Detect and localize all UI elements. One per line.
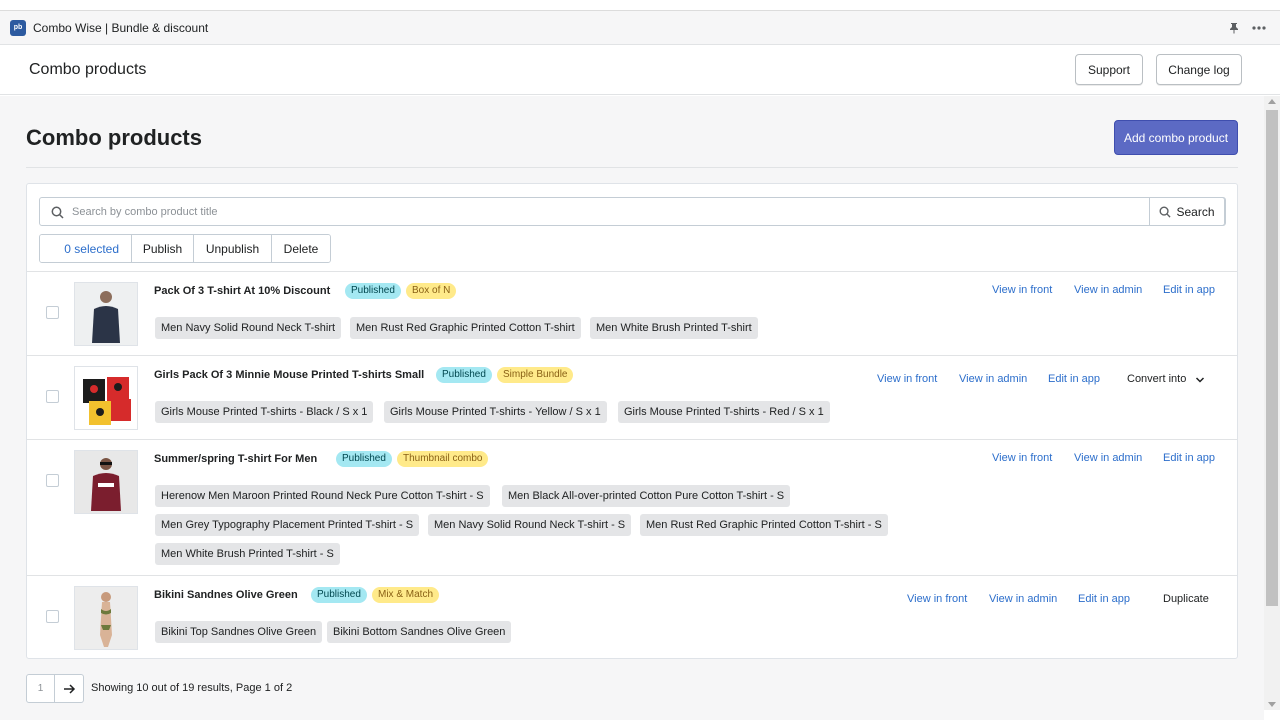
divider xyxy=(26,167,1238,168)
combo-type-badge: Simple Bundle xyxy=(497,367,574,383)
pagination: 1 xyxy=(26,674,84,703)
scroll-down-icon[interactable] xyxy=(1268,702,1276,707)
unpublish-button[interactable]: Unpublish xyxy=(194,235,272,262)
view-in-front-link[interactable]: View in front xyxy=(992,452,1052,464)
product-chip: Herenow Men Maroon Printed Round Neck Pu… xyxy=(155,485,490,507)
product-chip: Girls Mouse Printed T-shirts - Yellow / … xyxy=(384,401,607,423)
product-row: Bikini Sandnes Olive Green Published Mix… xyxy=(27,575,1237,659)
row-checkbox[interactable] xyxy=(46,306,59,319)
page-header: Combo products Support Change log xyxy=(0,45,1280,95)
selected-count: 0 selected xyxy=(40,235,132,262)
search-input[interactable] xyxy=(72,198,1147,225)
product-chip: Men Black All-over-printed Cotton Pure C… xyxy=(502,485,791,507)
edit-in-app-link[interactable]: Edit in app xyxy=(1163,452,1215,464)
combo-type-badge: Box of N xyxy=(406,283,457,299)
product-chip: Men White Brush Printed T-shirt - S xyxy=(155,543,340,565)
product-thumbnail xyxy=(74,366,138,430)
pagination-summary: Showing 10 out of 19 results, Page 1 of … xyxy=(91,682,293,694)
publish-button[interactable]: Publish xyxy=(132,235,194,262)
product-chip: Men Rust Red Graphic Printed Cotton T-sh… xyxy=(640,514,888,536)
product-title[interactable]: Bikini Sandnes Olive Green xyxy=(154,589,298,601)
product-chip: Bikini Top Sandnes Olive Green xyxy=(155,621,323,643)
product-thumbnail xyxy=(74,282,138,346)
chevron-down-icon[interactable] xyxy=(1195,374,1205,388)
product-chip: Men Navy Solid Round Neck T-shirt xyxy=(155,317,342,339)
product-thumbnail xyxy=(74,586,138,650)
status-badge: Published xyxy=(345,283,401,299)
view-in-admin-link[interactable]: View in admin xyxy=(989,593,1057,605)
delete-button[interactable]: Delete xyxy=(272,235,330,262)
status-badge: Published xyxy=(336,451,392,467)
current-page-button[interactable]: 1 xyxy=(26,674,55,703)
status-badge: Published xyxy=(436,367,492,383)
product-chip: Bikini Bottom Sandnes Olive Green xyxy=(327,621,512,643)
product-chip: Men Navy Solid Round Neck T-shirt - S xyxy=(428,514,632,536)
app-logo: pb xyxy=(10,19,26,36)
product-row: Pack Of 3 T-shirt At 10% Discount Publis… xyxy=(27,271,1237,355)
product-row: Summer/spring T-shirt For Men Published … xyxy=(27,439,1237,575)
view-in-front-link[interactable]: View in front xyxy=(992,284,1052,296)
app-name: Combo Wise | Bundle & discount xyxy=(33,20,209,35)
main-content: Combo products Add combo product Search … xyxy=(0,96,1264,720)
scrollbar[interactable] xyxy=(1264,96,1280,710)
status-badge: Published xyxy=(311,587,367,603)
scrollbar-thumb[interactable] xyxy=(1266,110,1278,606)
bulk-actions: 0 selected Publish Unpublish Delete xyxy=(39,234,331,263)
search-button[interactable]: Search xyxy=(1149,197,1225,226)
product-chip: Men White Brush Printed T-shirt xyxy=(590,317,758,339)
search-button-label: Search xyxy=(1176,204,1215,219)
header-title: Combo products xyxy=(29,61,147,78)
edit-in-app-link[interactable]: Edit in app xyxy=(1078,593,1130,605)
product-title[interactable]: Girls Pack Of 3 Minnie Mouse Printed T-s… xyxy=(154,369,424,381)
products-card: Search 0 selected Publish Unpublish Dele… xyxy=(26,183,1238,659)
product-row: Girls Pack Of 3 Minnie Mouse Printed T-s… xyxy=(27,355,1237,439)
arrow-right-icon xyxy=(63,683,75,694)
next-page-button[interactable] xyxy=(55,674,84,703)
view-in-admin-link[interactable]: View in admin xyxy=(1074,452,1142,464)
search-bar: Search xyxy=(39,197,1226,226)
product-thumbnail xyxy=(74,450,138,514)
product-chip: Girls Mouse Printed T-shirts - Red / S x… xyxy=(618,401,830,423)
edit-in-app-link[interactable]: Edit in app xyxy=(1163,284,1215,296)
scroll-up-icon[interactable] xyxy=(1268,99,1276,104)
product-chip: Men Rust Red Graphic Printed Cotton T-sh… xyxy=(350,317,581,339)
product-title[interactable]: Pack Of 3 T-shirt At 10% Discount xyxy=(154,285,330,297)
more-horizontal-icon[interactable] xyxy=(1252,25,1266,30)
row-checkbox[interactable] xyxy=(46,610,59,623)
combo-type-badge: Thumbnail combo xyxy=(397,451,489,467)
view-in-admin-link[interactable]: View in admin xyxy=(1074,284,1142,296)
product-chip: Girls Mouse Printed T-shirts - Black / S… xyxy=(155,401,374,423)
page-title: Combo products xyxy=(26,125,202,150)
convert-into-dropdown[interactable]: Convert into xyxy=(1127,373,1186,385)
pin-icon[interactable] xyxy=(1228,22,1240,34)
row-checkbox[interactable] xyxy=(46,474,59,487)
view-in-admin-link[interactable]: View in admin xyxy=(959,373,1027,385)
search-icon xyxy=(1159,206,1172,218)
duplicate-button[interactable]: Duplicate xyxy=(1163,593,1209,605)
app-bar: pb Combo Wise | Bundle & discount xyxy=(0,10,1280,45)
view-in-front-link[interactable]: View in front xyxy=(877,373,937,385)
search-icon xyxy=(51,206,64,222)
edit-in-app-link[interactable]: Edit in app xyxy=(1048,373,1100,385)
combo-type-badge: Mix & Match xyxy=(372,587,440,603)
view-in-front-link[interactable]: View in front xyxy=(907,593,967,605)
product-chip: Men Grey Typography Placement Printed T-… xyxy=(155,514,420,536)
support-button[interactable]: Support xyxy=(1075,54,1143,85)
change-log-button[interactable]: Change log xyxy=(1156,54,1242,85)
add-combo-product-button[interactable]: Add combo product xyxy=(1114,120,1238,155)
row-checkbox[interactable] xyxy=(46,390,59,403)
product-title[interactable]: Summer/spring T-shirt For Men xyxy=(154,453,317,465)
